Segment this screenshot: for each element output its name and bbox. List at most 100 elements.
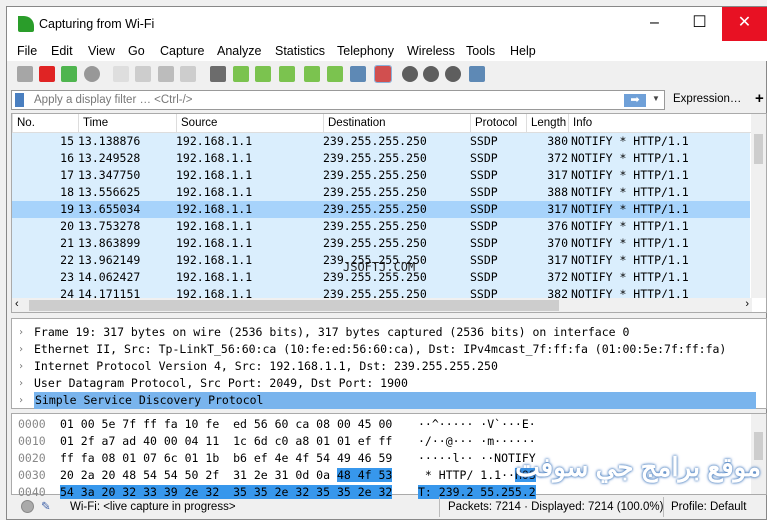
menu-wireless[interactable]: Wireless (407, 44, 455, 58)
packet-length: 317 (547, 202, 568, 216)
zoom-out-icon[interactable] (423, 66, 439, 82)
menu-analyze[interactable]: Analyze (217, 44, 261, 58)
menu-tools[interactable]: Tools (466, 44, 495, 58)
hex-ascii[interactable]: ·/··@··· ·m······ (418, 433, 536, 450)
menu-capture[interactable]: Capture (160, 44, 204, 58)
autoscroll-icon[interactable] (350, 66, 366, 82)
packet-source: 192.168.1.1 (176, 270, 253, 284)
resize-columns-icon[interactable] (469, 66, 485, 82)
go-forward-icon[interactable] (255, 66, 271, 82)
column-header-source[interactable]: Source (176, 114, 323, 133)
column-header-destination[interactable]: Destination (323, 114, 470, 133)
capture-options-icon[interactable] (84, 66, 100, 82)
chevron-right-icon[interactable]: › (18, 324, 24, 341)
detail-text: Frame 19: 317 bytes on wire (2536 bits),… (34, 325, 630, 339)
packet-list-horizontal-scrollbar[interactable]: ‹ › (12, 298, 752, 312)
hex-ascii[interactable]: ··^····· ·V`···E· (418, 416, 536, 433)
detail-tree-item[interactable]: › Frame 19: 317 bytes on wire (2536 bits)… (12, 324, 752, 341)
column-header-length[interactable]: Length (526, 114, 568, 133)
packet-no: 20 (60, 219, 74, 233)
packet-source: 192.168.1.1 (176, 236, 253, 250)
find-packet-icon[interactable] (210, 66, 226, 82)
packet-row[interactable]: 18 13.556625 192.168.1.1 239.255.255.250 SSD… (12, 184, 750, 201)
stop-capture-icon[interactable] (39, 66, 55, 82)
scroll-left-icon[interactable]: ‹ (15, 298, 19, 310)
packet-protocol: SSDP (470, 219, 498, 233)
scroll-thumb[interactable] (29, 300, 559, 311)
hex-bytes[interactable]: 20 2a 20 48 54 54 50 2f 31 2e 31 0d 0a 4… (60, 467, 393, 484)
hex-bytes[interactable]: 01 00 5e 7f ff fa 10 fe ed 56 60 ca 08 0… (60, 416, 392, 433)
go-last-icon[interactable] (327, 66, 343, 82)
hex-bytes[interactable]: 01 2f a7 ad 40 00 04 11 1c 6d c0 a8 01 0… (60, 433, 392, 450)
detail-tree-item[interactable]: › Ethernet II, Src: Tp-LinkT_56:60:ca (10… (12, 341, 752, 358)
go-back-icon[interactable] (233, 66, 249, 82)
packet-row[interactable]: 19 13.655034 192.168.1.1 239.255.255.250 SSD… (12, 201, 750, 218)
menu-view[interactable]: View (88, 44, 115, 58)
detail-tree-item[interactable]: › Simple Service Discovery Protocol (12, 392, 756, 409)
open-file-icon[interactable] (113, 66, 129, 82)
expert-info-icon[interactable] (21, 500, 34, 513)
menu-statistics[interactable]: Statistics (275, 44, 325, 58)
packet-protocol: SSDP (470, 270, 498, 284)
menu-go[interactable]: Go (128, 44, 145, 58)
status-profile[interactable]: Profile: Default (671, 501, 746, 513)
scroll-right-icon[interactable]: › (745, 298, 749, 310)
zoom-in-icon[interactable] (402, 66, 418, 82)
colorize-icon[interactable] (374, 65, 392, 83)
detail-text: Simple Service Discovery Protocol (34, 392, 756, 409)
add-filter-button[interactable]: + (755, 90, 764, 107)
status-interface: Wi-Fi: <live capture in progress> (70, 501, 236, 513)
packet-list-vertical-scrollbar[interactable] (751, 114, 766, 298)
divider (663, 497, 664, 517)
display-filter-input[interactable]: Apply a display filter … <Ctrl-/> ➡ ▼ (11, 90, 665, 110)
go-to-packet-icon[interactable] (279, 66, 295, 82)
packet-length: 370 (547, 236, 568, 250)
packet-row[interactable]: 15 13.138876 192.168.1.1 239.255.255.250 SSD… (12, 133, 750, 150)
packet-time: 13.138876 (78, 134, 141, 148)
hex-offset: 0020 (18, 451, 46, 465)
scroll-thumb[interactable] (754, 134, 763, 164)
hex-bytes-plain: 20 2a 20 48 54 54 50 2f 31 2e 31 0d 0a (60, 468, 337, 482)
chevron-right-icon[interactable]: › (18, 375, 24, 392)
close-button[interactable]: ✕ (722, 7, 767, 41)
packet-row[interactable]: 21 13.863899 192.168.1.1 239.255.255.250 SSD… (12, 235, 750, 252)
column-header-no[interactable]: No. (12, 114, 78, 133)
bookmark-icon[interactable] (15, 93, 24, 107)
packet-time: 13.347750 (78, 168, 141, 182)
packet-row[interactable]: 16 13.249528 192.168.1.1 239.255.255.250 SSD… (12, 150, 750, 167)
detail-tree-item[interactable]: › Internet Protocol Version 4, Src: 192.1… (12, 358, 752, 375)
restart-capture-icon[interactable] (61, 66, 77, 82)
menu-telephony[interactable]: Telephony (337, 44, 394, 58)
expression-button[interactable]: Expression… (673, 93, 741, 105)
watermark: JSOFTJ.COM (343, 260, 416, 274)
packet-row[interactable]: 17 13.347750 192.168.1.1 239.255.255.250 SSD… (12, 167, 750, 184)
minimize-button[interactable]: – (632, 7, 677, 41)
packet-row[interactable]: 20 13.753278 192.168.1.1 239.255.255.250 SSD… (12, 218, 750, 235)
column-header-info[interactable]: Info (568, 114, 752, 133)
packet-source: 192.168.1.1 (176, 168, 253, 182)
maximize-button[interactable]: ☐ (677, 7, 722, 41)
detail-tree-item[interactable]: › User Datagram Protocol, Src Port: 2049,… (12, 375, 752, 392)
start-capture-icon[interactable] (17, 66, 33, 82)
chevron-down-icon[interactable]: ▼ (652, 94, 660, 103)
menu-file[interactable]: File (17, 44, 37, 58)
reload-file-icon[interactable] (180, 66, 196, 82)
go-first-icon[interactable] (304, 66, 320, 82)
zoom-normal-icon[interactable] (445, 66, 461, 82)
column-header-time[interactable]: Time (78, 114, 176, 133)
close-file-icon[interactable] (158, 66, 174, 82)
chevron-right-icon[interactable]: › (18, 392, 24, 409)
save-file-icon[interactable] (135, 66, 151, 82)
packet-no: 22 (60, 253, 74, 267)
menu-edit[interactable]: Edit (51, 44, 73, 58)
chevron-right-icon[interactable]: › (18, 358, 24, 375)
chevron-right-icon[interactable]: › (18, 341, 24, 358)
hex-bytes[interactable]: ff fa 08 01 07 6c 01 1b b6 ef 4e 4f 54 4… (60, 450, 392, 467)
packet-protocol: SSDP (470, 151, 498, 165)
apply-filter-button[interactable]: ➡ (624, 94, 646, 107)
capture-comment-icon[interactable]: ✎ (41, 499, 51, 513)
packet-time: 13.962149 (78, 253, 141, 267)
menu-help[interactable]: Help (510, 44, 536, 58)
packet-length: 317 (547, 168, 568, 182)
column-header-protocol[interactable]: Protocol (470, 114, 526, 133)
